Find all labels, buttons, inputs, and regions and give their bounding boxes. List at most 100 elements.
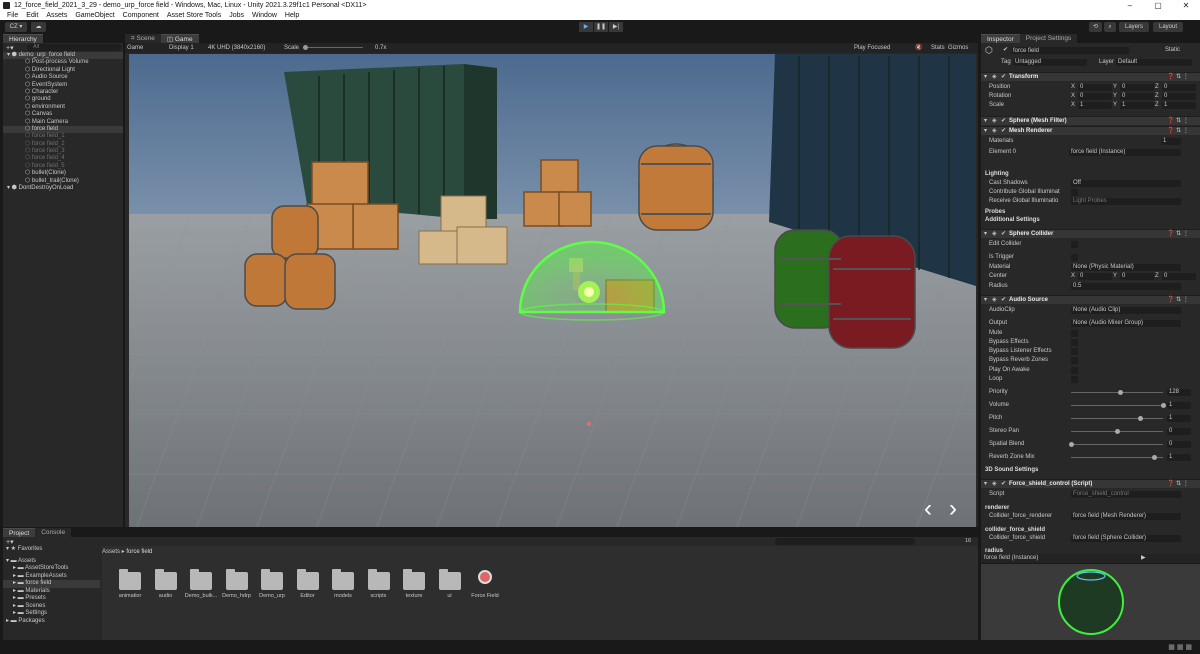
foldout-arrow-icon[interactable]: ▾ [984, 480, 987, 489]
hierarchy-item[interactable]: ⬡ force field_2 [3, 141, 123, 148]
hierarchy-item[interactable]: ⬡ Main Camera [3, 119, 123, 126]
foldout-arrow-icon[interactable]: ▾ [984, 296, 987, 305]
axis-y-field[interactable]: 0 [1120, 273, 1154, 280]
play-icon[interactable]: ▶ [579, 22, 593, 32]
close-icon[interactable]: ✕ [1172, 0, 1200, 11]
folder-item[interactable]: ui [432, 566, 468, 610]
slider-value[interactable]: 0 [1167, 428, 1191, 435]
hierarchy-item[interactable]: ⬡ force field_4 [3, 155, 123, 162]
tab-scene[interactable]: ⌗ Scene [125, 34, 161, 43]
tab-game[interactable]: ◫ Game [160, 34, 199, 43]
preview-play-icon[interactable]: ▶ [1141, 554, 1146, 563]
scale-slider[interactable] [303, 47, 363, 48]
enabled-checkbox[interactable]: ✔ [1001, 480, 1006, 489]
axis-z-field[interactable]: 0 [1162, 93, 1196, 100]
cloud-icon[interactable]: ☁ [31, 22, 46, 32]
lighting-foldout[interactable]: Lighting [981, 170, 1200, 179]
display-dropdown[interactable]: Display 1 [169, 43, 194, 53]
tab-project[interactable]: Project [3, 528, 36, 537]
axis-y-field[interactable]: 0 [1120, 84, 1154, 91]
game-viewport[interactable]: ‹ › [129, 54, 976, 527]
material-asset[interactable]: Force Field [467, 566, 503, 610]
play-focused-dropdown[interactable]: Play Focused [854, 43, 890, 53]
axis-x-field[interactable]: 0 [1078, 273, 1112, 280]
axis-z-field[interactable]: 0 [1162, 84, 1196, 91]
add-icon[interactable]: +▾ [6, 44, 14, 52]
previous-arrow-button[interactable] [921, 496, 935, 516]
checkbox[interactable] [1071, 348, 1078, 355]
field-value[interactable]: Off [1071, 180, 1181, 187]
mesh-renderer-header[interactable]: ▾ ◈ ✔ Mesh Renderer ❓ ⇅ ⋮ [981, 126, 1200, 135]
enabled-checkbox[interactable]: ✔ [1001, 117, 1006, 126]
history-icon[interactable]: ⟲ [1089, 22, 1102, 32]
menu-gameobject[interactable]: GameObject [75, 11, 114, 20]
project-search-input[interactable] [775, 538, 915, 545]
enabled-checkbox[interactable]: ✔ [1001, 127, 1006, 136]
menu-component[interactable]: Component [123, 11, 159, 20]
project-tree-item[interactable]: ▸ ▬ Materials [3, 588, 100, 596]
slider-knob[interactable] [1117, 390, 1123, 395]
slider-knob[interactable] [1069, 442, 1074, 447]
field-value[interactable]: force field (Instance) [1069, 149, 1181, 156]
foldout-arrow-icon[interactable]: ▾ [984, 117, 987, 126]
axis-x-field[interactable]: 0 [1078, 93, 1112, 100]
hierarchy-search-input[interactable]: All [27, 44, 121, 51]
menu-asset-store-tools[interactable]: Asset Store Tools [167, 11, 221, 20]
hierarchy-item[interactable]: ⬡ EventSystem [3, 82, 123, 89]
slider-knob[interactable] [1115, 429, 1120, 434]
game-mode-dropdown[interactable]: Game [127, 43, 143, 53]
breadcrumb-force-field[interactable]: force field [126, 549, 152, 555]
sphere-collider-header[interactable]: ▾ ◈ ✔ Sphere Collider ❓ ⇅ ⋮ [981, 229, 1200, 238]
enabled-checkbox[interactable]: ✔ [1001, 230, 1006, 239]
folder-item[interactable]: Demo_hdrp [219, 566, 255, 610]
checkbox[interactable] [1071, 254, 1078, 261]
tag-dropdown[interactable]: Untagged [1013, 59, 1087, 66]
layers-dropdown[interactable]: Layers [1119, 22, 1149, 32]
component-menu-icon[interactable]: ❓ ⇅ ⋮ [1167, 73, 1189, 82]
field-value[interactable]: None (Audio Mixer Group) [1071, 320, 1181, 327]
next-arrow-button[interactable] [947, 496, 961, 516]
foldout-arrow-icon[interactable]: ▾ [984, 127, 987, 136]
checkbox[interactable] [1071, 376, 1078, 383]
folder-item[interactable]: models [325, 566, 361, 610]
favorites-node[interactable]: ▾ ★ Favorites [3, 546, 100, 554]
3d-sound-settings-foldout[interactable]: 3D Sound Settings [981, 466, 1200, 475]
checkbox[interactable] [1071, 357, 1078, 364]
field-value[interactable]: None (Audio Clip) [1071, 307, 1181, 314]
packages-node[interactable]: ▸ ▬ Packages [3, 618, 100, 626]
hierarchy-item[interactable]: ⬡ bullet(Clone) [3, 170, 123, 177]
field-value[interactable]: 1 [1161, 138, 1181, 145]
gizmos-toggle[interactable]: Gizmos [948, 43, 968, 53]
component-menu-icon[interactable]: ❓ ⇅ ⋮ [1167, 127, 1189, 136]
menu-file[interactable]: File [7, 11, 18, 20]
scale-slider-knob[interactable] [303, 45, 308, 50]
slider-track[interactable] [1071, 405, 1163, 406]
field-value[interactable]: force field (Sphere Collider) [1071, 535, 1181, 542]
axis-y-field[interactable]: 0 [1120, 93, 1154, 100]
account-button[interactable]: CZ ▾ [5, 22, 27, 32]
layer-dropdown[interactable]: Default [1116, 59, 1192, 66]
enabled-checkbox[interactable]: ✔ [1001, 73, 1006, 82]
maximize-icon[interactable]: ▢ [1144, 0, 1172, 11]
layout-dropdown[interactable]: Layout [1153, 22, 1183, 32]
checkbox[interactable] [1071, 241, 1078, 248]
project-tree-item[interactable]: ▸ ▬ force field [3, 580, 100, 588]
slider-track[interactable] [1071, 457, 1163, 458]
component-menu-icon[interactable]: ❓ ⇅ ⋮ [1167, 230, 1189, 239]
folder-item[interactable]: audio [148, 566, 184, 610]
slider-value[interactable]: 1 [1167, 454, 1191, 461]
transform-header[interactable]: ▾ ◈ ✔ Transform ❓ ⇅ ⋮ [981, 72, 1200, 81]
project-tree-item[interactable]: ▸ ▬ Settings [3, 610, 100, 618]
hierarchy-item[interactable]: ⬡ ground [3, 96, 123, 103]
additional-settings-foldout[interactable]: Additional Settings [981, 216, 1200, 225]
hierarchy-item[interactable]: ⬡ environment [3, 104, 123, 111]
tab-project-settings[interactable]: Project Settings [1019, 34, 1078, 43]
field-value[interactable]: 0.5 [1071, 283, 1181, 290]
field-value[interactable]: Force_shield_control [1071, 491, 1181, 498]
object-name-field[interactable]: force field [1011, 47, 1129, 54]
slider-knob[interactable] [1161, 403, 1166, 408]
folder-item[interactable]: Demo_urp [254, 566, 290, 610]
slider-knob[interactable] [1138, 416, 1143, 421]
component-menu-icon[interactable]: ❓ ⇅ ⋮ [1167, 480, 1189, 489]
minimize-icon[interactable]: – [1116, 0, 1144, 11]
